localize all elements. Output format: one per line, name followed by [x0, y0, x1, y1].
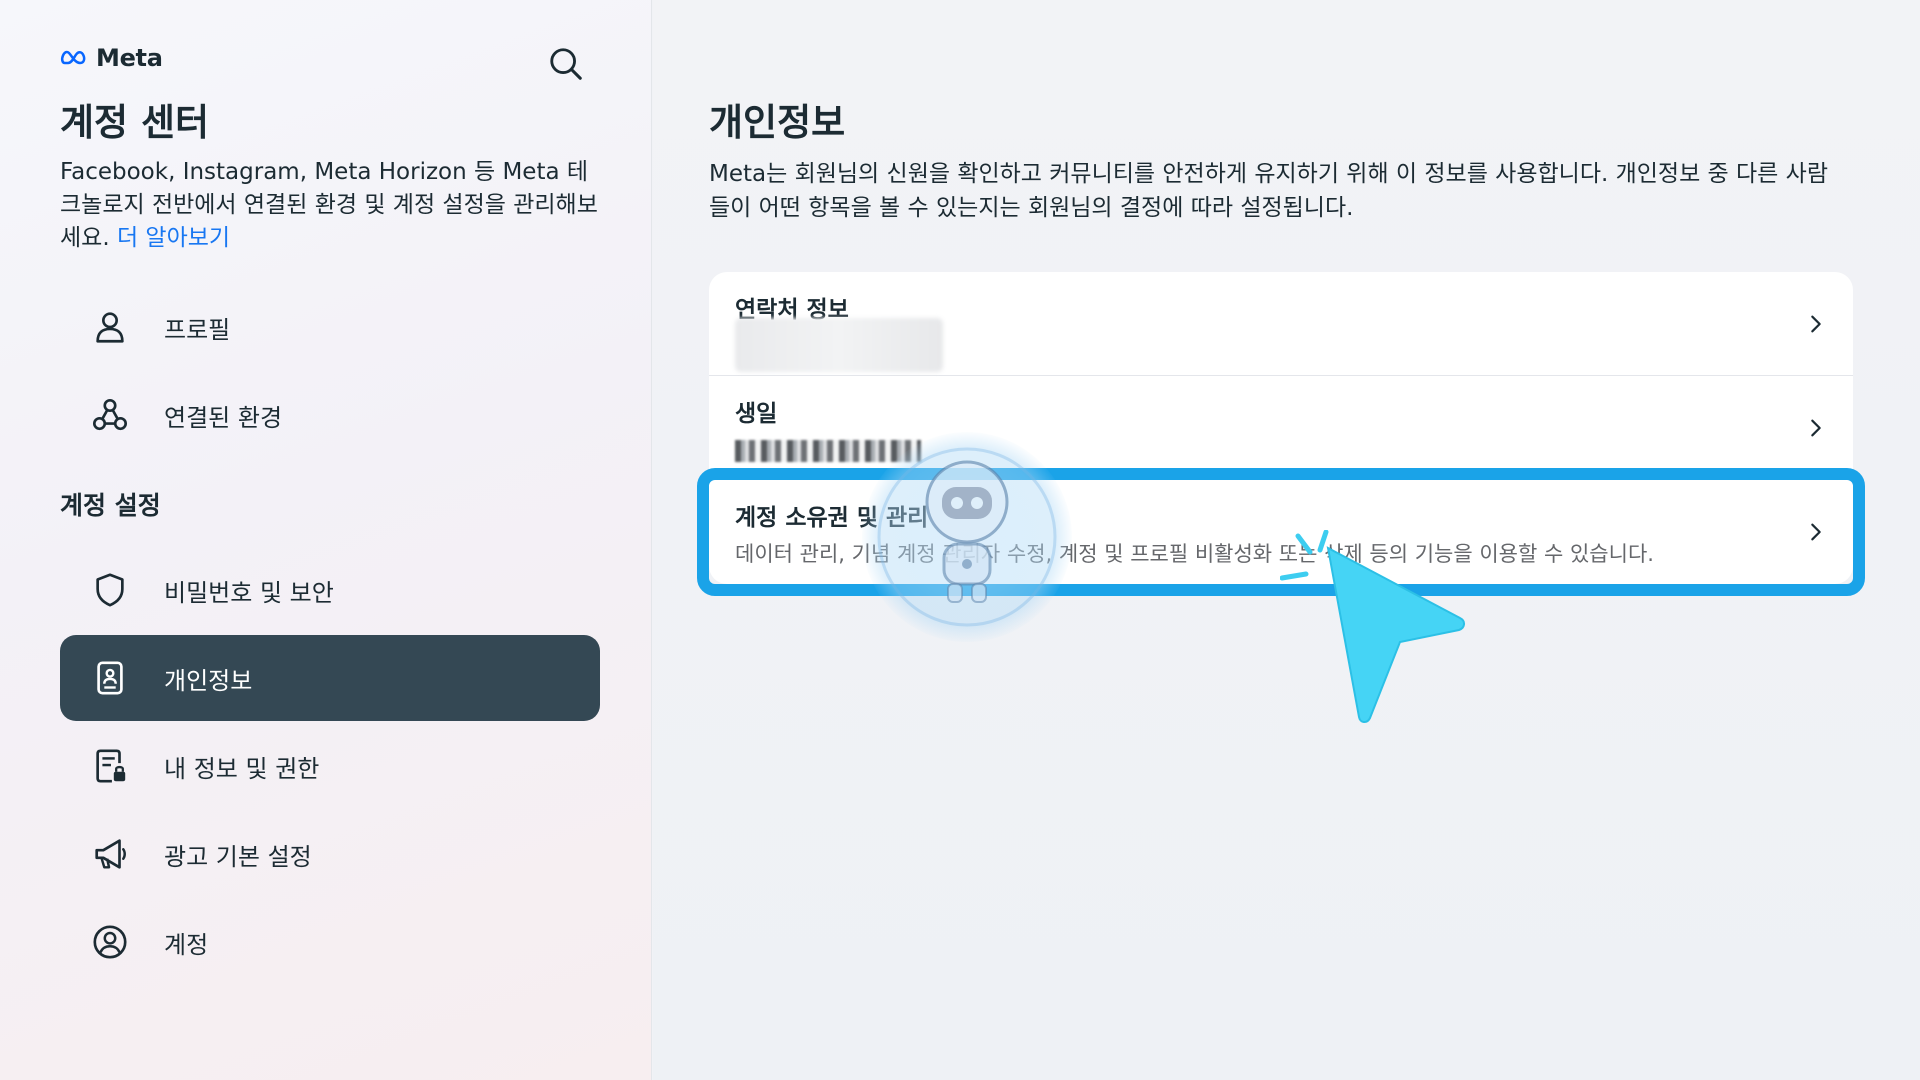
learn-more-link[interactable]: 더 알아보기 [117, 225, 230, 251]
search-icon [550, 48, 582, 80]
contact-info-row[interactable]: 연락처 정보 [709, 272, 1853, 376]
id-card-icon [88, 656, 132, 700]
account-circle-icon [88, 920, 132, 964]
sidebar-item-label: 프로필 [164, 315, 231, 344]
sidebar-item-label: 계정 [164, 930, 209, 959]
sidebar-item-connected-experiences[interactable]: 연결된 환경 [60, 372, 600, 458]
sidebar: Meta 계정 센터 Facebook, Instagram, Meta Hor… [0, 0, 652, 1080]
search-button[interactable] [540, 38, 592, 90]
meta-infinity-icon [60, 50, 86, 65]
account-settings-heading: 계정 설정 [60, 491, 161, 520]
chevron-right-icon [1811, 419, 1821, 436]
robot-mascot-watermark [862, 432, 1072, 642]
row-label: 생일 [735, 401, 778, 427]
megaphone-icon [88, 832, 132, 876]
person-icon [88, 305, 132, 349]
shield-icon [88, 568, 132, 612]
sidebar-item-profile[interactable]: 프로필 [60, 284, 600, 370]
chevron-right-icon [1811, 523, 1821, 541]
sidebar-item-label: 개인정보 [164, 666, 253, 695]
redacted-contact-value [735, 318, 943, 372]
sidebar-item-your-information-permissions[interactable]: 내 정보 및 권한 [60, 723, 600, 809]
accounts-center-description: Facebook, Instagram, Meta Horizon 등 Meta… [60, 156, 600, 255]
document-lock-icon [88, 744, 132, 788]
chevron-right-icon [1811, 315, 1821, 332]
page-description: Meta는 회원님의 신원을 확인하고 커뮤니티를 안전하게 유지하기 위해 이… [709, 161, 1828, 221]
brand-name: Meta [96, 44, 163, 72]
robot-icon [877, 447, 1057, 627]
accounts-center-title: 계정 센터 [60, 101, 210, 144]
sidebar-item-password-security[interactable]: 비밀번호 및 보안 [60, 547, 600, 633]
page-title: 개인정보 [709, 101, 846, 144]
sidebar-item-label: 비밀번호 및 보안 [164, 578, 334, 607]
connected-nodes-icon [88, 393, 132, 437]
sidebar-item-label: 내 정보 및 권한 [164, 754, 320, 783]
sidebar-item-label: 광고 기본 설정 [164, 842, 312, 871]
pointer-cursor-icon [1326, 546, 1465, 723]
sidebar-item-label: 연결된 환경 [164, 403, 283, 432]
sidebar-item-ad-preferences[interactable]: 광고 기본 설정 [60, 811, 600, 897]
sidebar-item-personal-details[interactable]: 개인정보 [60, 635, 600, 721]
sidebar-item-accounts[interactable]: 계정 [60, 899, 600, 985]
meta-logo[interactable]: Meta [60, 44, 163, 72]
